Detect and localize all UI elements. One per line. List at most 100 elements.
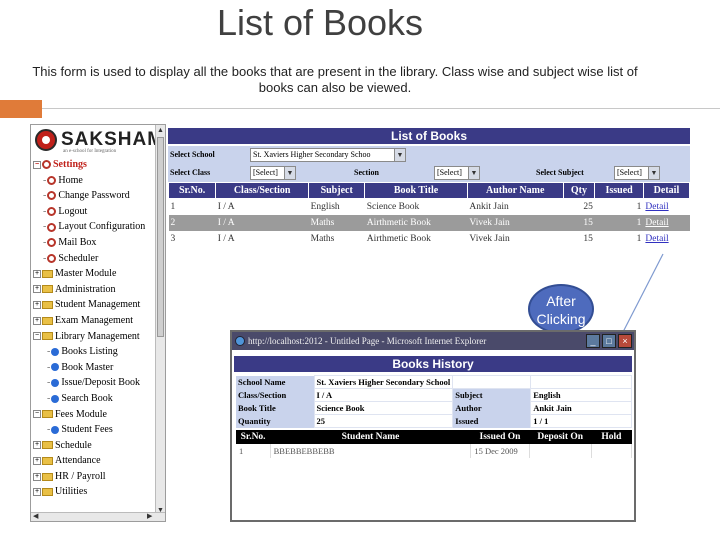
info-value: 25: [313, 414, 454, 428]
sidebar-item-label: Logout: [58, 205, 88, 217]
tree-branch-icon: -: [43, 190, 47, 202]
expand-icon[interactable]: +: [33, 441, 41, 450]
sidebar-item[interactable]: - Logout: [33, 204, 155, 220]
books-table: Sr.No. Class/Section Subject Book Title Auth…: [167, 182, 690, 247]
table-cell: 1: [170, 201, 176, 212]
sidebar-item[interactable]: + Schedule: [33, 438, 155, 454]
sidebar-item[interactable]: - Book Master: [33, 360, 155, 376]
maximize-icon[interactable]: □: [602, 334, 616, 348]
detail-link[interactable]: Detail: [643, 199, 689, 215]
tree-branch-icon: -: [47, 346, 51, 358]
class-select[interactable]: [Select] ▼: [250, 166, 296, 180]
table-cell: Airthmetic Book: [366, 233, 431, 244]
expand-icon[interactable]: +: [33, 269, 41, 278]
sidebar-item-label: Utilities: [55, 486, 88, 498]
info-value: [530, 375, 632, 389]
sidebar-item-label: Issue/Deposit Book: [61, 377, 140, 389]
bullet-icon: [51, 425, 60, 434]
sidebar-item-label: HR / Payroll: [55, 470, 106, 482]
sidebar-item-label: Student Management: [55, 299, 141, 311]
scrollbar-thumb[interactable]: [157, 137, 164, 337]
sidebar-item-label: Library Management: [55, 330, 140, 342]
sidebar-item[interactable]: + Student Management: [33, 297, 155, 313]
scroll-left-icon[interactable]: ◀: [33, 512, 38, 520]
expand-icon[interactable]: +: [33, 472, 41, 481]
table-cell: Vivek Jain: [469, 233, 510, 244]
sidebar-item[interactable]: - Search Book: [33, 391, 155, 407]
sidebar-item[interactable]: - Student Fees: [33, 422, 155, 438]
close-icon[interactable]: ×: [618, 334, 632, 348]
gear-icon: [47, 206, 57, 216]
sidebar-item-label: Layout Configuration: [58, 221, 146, 233]
sidebar-item[interactable]: + Exam Management: [33, 313, 155, 329]
info-value: Science Book: [313, 401, 454, 415]
table-cell: 1: [594, 214, 644, 231]
sidebar-item-label: Administration: [55, 283, 116, 295]
expand-icon[interactable]: +: [33, 456, 41, 465]
sidebar-item-label: Change Password: [58, 190, 130, 202]
folder-icon: [42, 332, 53, 341]
sidebar-item[interactable]: + Attendance: [33, 453, 155, 469]
sidebar-item[interactable]: - Books Listing: [33, 344, 155, 360]
minimize-icon[interactable]: _: [586, 334, 600, 348]
expand-icon[interactable]: +: [33, 285, 41, 294]
info-label: Quantity: [236, 414, 314, 428]
table-cell: 1: [236, 444, 271, 458]
collapse-icon[interactable]: −: [33, 160, 41, 169]
chevron-down-icon[interactable]: ▼: [284, 167, 295, 179]
bullet-icon: [51, 379, 60, 388]
sidebar-item[interactable]: + Utilities: [33, 484, 155, 500]
sidebar-item[interactable]: - Layout Configuration: [33, 219, 155, 235]
section-select[interactable]: [Select] ▼: [434, 166, 480, 180]
horizontal-scrollbar[interactable]: ◀ ▶: [31, 512, 165, 521]
sidebar-item[interactable]: + HR / Payroll: [33, 469, 155, 485]
chevron-down-icon[interactable]: ▼: [468, 167, 479, 179]
chevron-down-icon[interactable]: ▼: [394, 149, 405, 161]
sidebar-item[interactable]: - Mail Box: [33, 235, 155, 251]
chevron-down-icon[interactable]: ▼: [648, 167, 659, 179]
expand-icon[interactable]: +: [33, 488, 41, 497]
sidebar-item-label: Student Fees: [61, 424, 113, 436]
tree-branch-icon: -: [43, 205, 47, 217]
table-cell: Vivek Jain: [467, 214, 563, 231]
sidebar-item[interactable]: - Issue/Deposit Book: [33, 375, 155, 391]
vertical-scrollbar[interactable]: ▲ ▼: [155, 125, 165, 515]
folder-icon: [42, 472, 53, 481]
gear-icon: [47, 222, 57, 232]
detail-link[interactable]: Detail: [643, 214, 690, 231]
sidebar-item[interactable]: − Settings: [33, 157, 155, 173]
sidebar-item[interactable]: + Master Module: [33, 266, 155, 282]
sidebar-item[interactable]: + Administration: [33, 282, 155, 298]
column-header: Author Name: [466, 182, 564, 199]
table-cell: Science Book: [366, 201, 420, 212]
sidebar-item[interactable]: - Scheduler: [33, 251, 155, 267]
sidebar-item-label: Settings: [53, 159, 87, 170]
sidebar-item[interactable]: - Home: [33, 173, 155, 189]
table-cell: 3: [170, 233, 176, 244]
folder-icon: [42, 316, 53, 325]
school-filter-row: Select School St. Xaviers Higher Seconda…: [168, 146, 690, 164]
collapse-icon[interactable]: −: [33, 332, 41, 341]
column-header: Hold: [591, 430, 632, 444]
info-label: Subject: [452, 388, 531, 402]
detail-link[interactable]: Detail: [643, 231, 689, 247]
table-cell: 15: [563, 214, 595, 231]
table-cell: BBEBBEBBEBB: [270, 444, 472, 458]
school-select[interactable]: St. Xaviers Higher Secondary Schoo ▼: [250, 148, 406, 162]
sidebar-item-label: Master Module: [55, 268, 117, 280]
bullet-icon: [51, 394, 60, 403]
scroll-up-icon[interactable]: ▲: [156, 125, 165, 135]
expand-icon[interactable]: +: [33, 301, 41, 310]
info-label: Book Title: [236, 401, 314, 415]
expand-icon[interactable]: +: [33, 316, 41, 325]
info-label: Class/Section: [236, 388, 314, 402]
collapse-icon[interactable]: −: [33, 410, 41, 419]
scroll-right-icon[interactable]: ▶: [147, 512, 152, 520]
subject-select[interactable]: [Select] ▼: [614, 166, 660, 180]
sidebar-item[interactable]: - Change Password: [33, 188, 155, 204]
class-filter-row: Select Class [Select] ▼ Section [Select]…: [168, 164, 690, 182]
school-label: Select School: [170, 150, 215, 159]
sidebar-item[interactable]: − Fees Module: [33, 407, 155, 423]
folder-icon: [42, 301, 53, 310]
sidebar-item[interactable]: − Library Management: [33, 329, 155, 345]
